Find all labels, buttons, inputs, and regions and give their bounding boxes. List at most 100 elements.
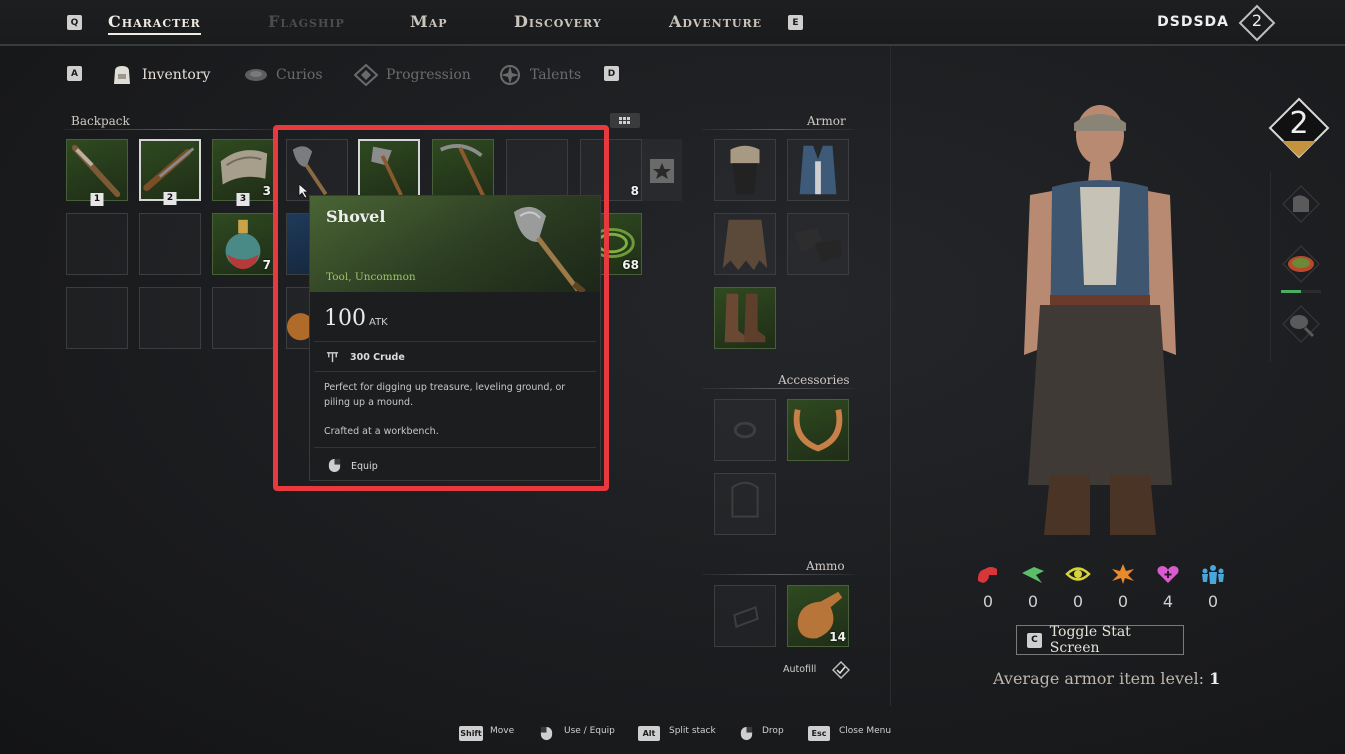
mouse-right-icon bbox=[740, 726, 753, 741]
stat-charisma-value: 0 bbox=[1207, 592, 1219, 611]
toggle-stat-screen-label: Toggle Stat Screen bbox=[1049, 624, 1131, 656]
backpack-slot-club[interactable]: 1 bbox=[66, 139, 128, 206]
stat-vitality bbox=[1153, 563, 1183, 589]
star-icon bbox=[650, 159, 674, 183]
panel-divider bbox=[890, 46, 891, 706]
backpack-slot-potion[interactable]: 7 bbox=[212, 213, 274, 275]
tab-curios[interactable]: Curios bbox=[244, 64, 323, 86]
tooltip-cost: 300 Crude bbox=[350, 352, 405, 363]
tab-progression-label: Progression bbox=[386, 67, 471, 83]
stat-strength bbox=[973, 563, 1003, 589]
backpack-label: Backpack bbox=[71, 114, 130, 128]
backpack-slot-empty[interactable] bbox=[66, 213, 128, 275]
tab-character[interactable]: Character bbox=[108, 12, 201, 35]
shovel-icon bbox=[514, 206, 586, 292]
armor-slot-hands[interactable] bbox=[787, 213, 849, 275]
bag-slot-icon[interactable] bbox=[1281, 184, 1321, 224]
ammo-slot-empty[interactable] bbox=[714, 585, 776, 647]
footer-key-move: Shift bbox=[459, 726, 483, 741]
autofill-checkbox-icon[interactable] bbox=[832, 661, 850, 679]
favorite-slot[interactable] bbox=[642, 139, 682, 201]
tooltip-atk-value: 100 bbox=[324, 306, 366, 331]
stat-strength-value: 0 bbox=[982, 592, 994, 611]
accessory-slot-amulet[interactable] bbox=[714, 473, 776, 535]
quick-slot-column bbox=[1270, 172, 1330, 362]
backpack-slot-rifle[interactable]: 2 bbox=[139, 139, 201, 205]
character-level: 2 bbox=[1289, 106, 1309, 141]
accessory-slot-ring[interactable] bbox=[714, 399, 776, 461]
backpack-slot-empty[interactable] bbox=[66, 287, 128, 349]
autofill-label: Autofill bbox=[783, 664, 817, 675]
footer-split-label: Split stack bbox=[669, 726, 716, 736]
food-meter bbox=[1281, 290, 1321, 293]
subnav-next-key[interactable]: D bbox=[604, 66, 619, 81]
tooltip-equip-action[interactable]: Equip bbox=[351, 461, 378, 472]
average-armor-value: 1 bbox=[1209, 669, 1221, 688]
tooltip-header: Shovel Tool, Uncommon bbox=[310, 196, 600, 292]
vitality-icon bbox=[1157, 566, 1179, 583]
player-level: 2 bbox=[1251, 11, 1263, 30]
food-bowl-icon[interactable] bbox=[1281, 244, 1321, 284]
hotbar-number: 1 bbox=[90, 193, 104, 206]
backpack-slot-empty[interactable] bbox=[212, 287, 274, 349]
boots-icon bbox=[724, 293, 766, 343]
necklace-icon bbox=[793, 409, 843, 452]
curios-icon bbox=[245, 69, 267, 81]
stat-dexterity bbox=[1018, 563, 1048, 589]
armor-slot-head[interactable] bbox=[714, 139, 776, 201]
mouse-left-icon bbox=[540, 726, 553, 741]
footer-key-split: Alt bbox=[638, 726, 660, 741]
headwrap-icon bbox=[730, 145, 760, 195]
tab-progression[interactable]: Progression bbox=[354, 64, 471, 86]
tab-talents[interactable]: Talents bbox=[498, 64, 581, 86]
tab-map[interactable]: Map bbox=[410, 12, 448, 31]
accessory-slot-necklace[interactable] bbox=[787, 399, 849, 461]
backpack-icon bbox=[114, 66, 130, 84]
stat-perception bbox=[1063, 563, 1093, 589]
character-level-badge: 2 bbox=[1268, 97, 1330, 159]
toggle-stat-screen-button[interactable]: C Toggle Stat Screen bbox=[1016, 624, 1184, 656]
ring-placeholder-icon bbox=[733, 421, 757, 439]
tab-inventory[interactable]: Inventory bbox=[110, 64, 210, 86]
armor-slot-feet[interactable] bbox=[714, 287, 776, 349]
tab-adventure[interactable]: Adventure bbox=[669, 12, 762, 31]
tooltip-crafted: Crafted at a workbench. bbox=[324, 426, 439, 437]
backpack-slot-empty[interactable] bbox=[139, 287, 201, 349]
willpower-icon bbox=[1112, 564, 1134, 584]
progression-icon bbox=[354, 64, 378, 86]
ammo-underline bbox=[702, 574, 854, 575]
item-count: 8 bbox=[630, 184, 639, 198]
top-nav: Q Character Flagship Map Discovery Adven… bbox=[0, 0, 1345, 46]
tab-discovery[interactable]: Discovery bbox=[514, 12, 602, 31]
nav-next-key[interactable]: E bbox=[788, 15, 803, 30]
armor-label: Armor bbox=[807, 114, 846, 128]
item-tooltip: Shovel Tool, Uncommon 100 ATK 300 Crude … bbox=[309, 195, 601, 481]
backpack-slot-cloth[interactable]: 3 3 bbox=[212, 139, 274, 206]
toggle-key: C bbox=[1027, 632, 1042, 648]
meat-slot-icon[interactable] bbox=[1281, 304, 1321, 344]
stat-willpower-value: 0 bbox=[1117, 592, 1129, 611]
subnav-prev-key[interactable]: A bbox=[67, 66, 82, 81]
tooltip-divider bbox=[314, 341, 596, 342]
footer-key-close: Esc bbox=[808, 726, 830, 741]
tooltip-rarity: Tool, Uncommon bbox=[326, 271, 416, 283]
player-name: DSDSDA bbox=[1157, 14, 1229, 30]
item-count: 7 bbox=[262, 258, 271, 272]
stat-willpower bbox=[1108, 563, 1138, 589]
footer-drop-label: Drop bbox=[762, 726, 784, 736]
armor-slot-chest[interactable] bbox=[787, 139, 849, 201]
tab-flagship[interactable]: Flagship bbox=[268, 12, 345, 31]
spiked-club-icon bbox=[71, 144, 121, 198]
footer-move-label: Move bbox=[490, 726, 515, 736]
tattered-skirt-icon bbox=[722, 219, 768, 271]
food-meter-fill bbox=[1281, 290, 1301, 293]
backpack-slot-empty[interactable] bbox=[139, 213, 201, 275]
talents-icon bbox=[500, 65, 520, 85]
ammo-slot-powder[interactable]: 14 bbox=[787, 585, 849, 647]
stat-charisma bbox=[1198, 563, 1228, 589]
grid-view-button[interactable] bbox=[610, 113, 640, 128]
footer-close-label[interactable]: Close Menu bbox=[839, 726, 891, 736]
perception-icon bbox=[1065, 567, 1091, 581]
nav-prev-key[interactable]: Q bbox=[67, 15, 82, 30]
armor-slot-legs[interactable] bbox=[714, 213, 776, 275]
